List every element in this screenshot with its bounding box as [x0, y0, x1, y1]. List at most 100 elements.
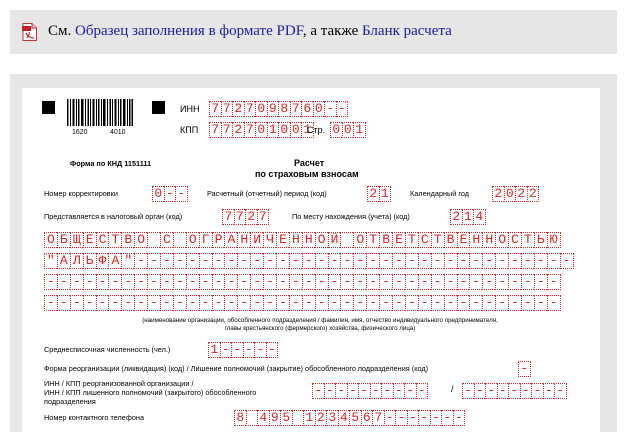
- form-cell: -: [404, 274, 418, 290]
- form-cell: 1: [378, 186, 391, 202]
- form-cell: -: [314, 295, 328, 311]
- form-cell: 7: [220, 122, 232, 138]
- pdf-file-icon: [22, 23, 37, 41]
- form-cell: -: [441, 410, 453, 426]
- form-cell: -: [482, 274, 496, 290]
- form-cell: 2: [314, 410, 326, 426]
- form-cell: 1: [208, 342, 220, 358]
- form-cell: -: [495, 274, 509, 290]
- form-cell: -: [395, 410, 407, 426]
- inn-cells: 7727098760--: [209, 101, 348, 117]
- form-cell: -: [546, 274, 561, 290]
- form-cell: -: [417, 274, 431, 290]
- form-cell: 7: [256, 209, 269, 225]
- form-cell: -: [134, 274, 148, 290]
- form-cell: -: [250, 274, 264, 290]
- form-cell: -: [366, 274, 380, 290]
- form-cell: -: [533, 253, 547, 269]
- form-cell: -: [482, 295, 496, 311]
- sample-pdf-link[interactable]: Образец заполнения в формате PDF: [75, 23, 303, 39]
- form-cell: -: [44, 295, 57, 311]
- form-cell: -: [327, 253, 341, 269]
- form-cell: -: [379, 253, 393, 269]
- form-cell: -: [430, 253, 444, 269]
- form-cell: -: [69, 295, 83, 311]
- form-cell: [291, 410, 303, 426]
- form-cell: -: [314, 253, 328, 269]
- inn-kpp-slash: /: [451, 384, 454, 394]
- form-cell: О: [185, 232, 199, 248]
- form-cell: -: [533, 295, 547, 311]
- form-cell: -: [160, 295, 173, 311]
- form-cell: Б: [56, 232, 70, 248]
- form-cell: -: [418, 410, 430, 426]
- form-cell: -: [559, 253, 574, 269]
- form-cell: [340, 232, 354, 248]
- reorganization-cells: -: [518, 361, 531, 377]
- top-bar: См. Образец заполнения в формате PDF, а …: [10, 10, 617, 54]
- form-cell: 7: [209, 101, 221, 117]
- form-cell: 3: [326, 410, 338, 426]
- blank-form-link[interactable]: Бланк расчета: [362, 23, 452, 39]
- form-cell: 4: [473, 209, 486, 225]
- form-cell: -: [121, 295, 135, 311]
- form-cell: Р: [211, 232, 225, 248]
- form-cell: В: [121, 232, 135, 248]
- form-cell: -: [462, 383, 474, 399]
- sample-links-line: См. Образец заполнения в формате PDF, а …: [48, 23, 452, 40]
- form-cell: -: [417, 253, 431, 269]
- form-cell: -: [452, 410, 465, 426]
- form-cell: -: [340, 253, 354, 269]
- page-cells: 001: [330, 122, 366, 138]
- reorg-inn-kpp-label-2: ИНН / КПП лишенного полномочий (закрытог…: [44, 388, 257, 397]
- form-cell: О: [353, 232, 367, 248]
- form-cell: -: [404, 295, 418, 311]
- form-cell: -: [358, 383, 370, 399]
- page-label: Стр.: [307, 125, 326, 135]
- barcode-image: [67, 99, 133, 126]
- form-cell: Н: [237, 232, 251, 248]
- form-cell: -: [323, 383, 335, 399]
- form-cell: 1: [266, 122, 278, 138]
- form-cell: А: [224, 232, 238, 248]
- form-cell: 7: [372, 410, 384, 426]
- form-cell: -: [456, 253, 470, 269]
- form-cell: -: [533, 274, 547, 290]
- form-cell: -: [366, 253, 380, 269]
- org-name-row: ОБЩЕСТВО С ОГРАНИЧЕННОЙ ОТВЕТСТВЕННОСТЬЮ: [44, 232, 561, 248]
- form-cell: -: [147, 274, 161, 290]
- form-cell: -: [469, 274, 483, 290]
- reorg-kpp-cells: ---------: [462, 383, 567, 399]
- form-cell: О: [134, 232, 148, 248]
- form-cell: -: [219, 342, 231, 358]
- form-cell: -: [276, 253, 289, 269]
- form-cell: 0: [289, 122, 301, 138]
- form-cell: В: [443, 232, 457, 248]
- form-cell: Щ: [69, 232, 83, 248]
- kpp-label: КПП: [180, 125, 199, 135]
- form-cell: -: [224, 253, 238, 269]
- form-cell: 2: [232, 122, 244, 138]
- registration-mark: [152, 101, 165, 114]
- form-cell: -: [404, 253, 418, 269]
- form-cell: -: [147, 295, 161, 311]
- form-cell: 7: [222, 209, 234, 225]
- form-subtitle: по страховым взносам: [255, 169, 359, 179]
- form-cell: -: [379, 274, 393, 290]
- form-cell: -: [554, 383, 567, 399]
- form-cell: -: [160, 274, 173, 290]
- form-cell: Е: [392, 232, 405, 248]
- form-cell: -: [366, 295, 380, 311]
- form-cell: -: [520, 274, 534, 290]
- form-cell: 5: [280, 410, 292, 426]
- form-cell: 7: [209, 122, 221, 138]
- form-cell: -: [108, 295, 122, 311]
- form-cell: -: [185, 295, 199, 311]
- form-cell: -: [327, 274, 341, 290]
- org-name-caption: (наименование организации, обособленного…: [142, 317, 498, 324]
- form-sheet: 1620 4010 ИНН 7727098760-- КПП 772701001…: [22, 88, 600, 432]
- form-cell: -: [288, 253, 302, 269]
- form-cell: -: [288, 295, 302, 311]
- form-cell: -: [198, 253, 212, 269]
- form-cell: -: [340, 274, 354, 290]
